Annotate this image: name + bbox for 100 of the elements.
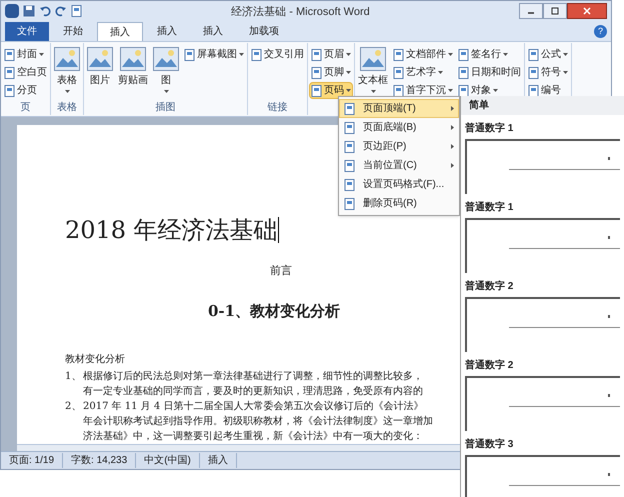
page-icon bbox=[251, 48, 262, 60]
ribbon-tab[interactable]: 开始 bbox=[51, 22, 95, 41]
page-icon bbox=[458, 48, 469, 60]
paragraph-line: 有一定专业基础的同学而言，要及时的更新知识，理清思路，免受原有内容的 bbox=[83, 384, 423, 399]
page-icon bbox=[344, 140, 355, 152]
page-icon bbox=[311, 66, 322, 78]
ribbon-button[interactable]: 分页 bbox=[2, 82, 49, 99]
header-line-icon bbox=[509, 169, 620, 170]
status-item: 页面: 1/19 bbox=[1, 453, 64, 468]
close-icon bbox=[583, 7, 591, 15]
ribbon-button[interactable]: 签名行 bbox=[456, 46, 523, 63]
group-label: 页 bbox=[20, 101, 30, 115]
header-line-icon bbox=[509, 327, 620, 328]
picture-icon bbox=[120, 47, 146, 71]
caret-icon bbox=[563, 53, 568, 56]
page-icon bbox=[344, 198, 355, 210]
ribbon-button[interactable]: 交叉引用 bbox=[249, 46, 306, 63]
gallery-item-label: 普通数字 3 bbox=[465, 437, 514, 452]
page-number-marker-icon bbox=[608, 394, 610, 397]
picture-icon bbox=[87, 47, 113, 71]
ribbon-button[interactable]: 符号 bbox=[526, 64, 570, 81]
page-icon bbox=[4, 48, 15, 60]
submenu-arrow-icon bbox=[451, 125, 454, 130]
gallery-item-label: 普通数字 1 bbox=[465, 200, 514, 215]
ribbon-tab[interactable]: 加载项 bbox=[237, 22, 291, 41]
ribbon-tab[interactable]: 插入 bbox=[97, 22, 143, 41]
close-button[interactable] bbox=[567, 3, 607, 19]
page-icon bbox=[528, 84, 539, 96]
caret-icon bbox=[239, 53, 244, 56]
ribbon-button[interactable]: 页脚 bbox=[309, 64, 353, 81]
caret-icon bbox=[563, 71, 568, 74]
section-title: 教材变化分析 bbox=[65, 354, 125, 365]
header-line-icon bbox=[509, 485, 620, 486]
ribbon-button[interactable]: 表格 bbox=[52, 43, 82, 97]
page-number-marker-icon bbox=[608, 157, 610, 160]
header-line-icon bbox=[509, 248, 620, 249]
maximize-button[interactable] bbox=[543, 3, 567, 19]
ribbon-button[interactable]: 公式 bbox=[526, 46, 570, 63]
submenu-arrow-icon bbox=[451, 106, 454, 111]
header-line-icon bbox=[509, 406, 620, 407]
submenu-arrow-icon bbox=[451, 144, 454, 149]
submenu-arrow-icon bbox=[451, 163, 454, 168]
ribbon-tab[interactable]: 插入 bbox=[145, 22, 189, 41]
page-icon bbox=[528, 48, 539, 60]
gallery-item-label: 普通数字 2 bbox=[465, 358, 514, 373]
new-document-icon bbox=[71, 5, 82, 17]
page-icon bbox=[344, 178, 355, 190]
ribbon-button[interactable]: 剪贴画 bbox=[116, 43, 150, 97]
caret-icon bbox=[64, 90, 70, 93]
page-icon bbox=[528, 66, 539, 78]
menu-item[interactable]: 页边距(P) bbox=[339, 137, 459, 156]
ribbon-button[interactable]: 艺术字 bbox=[391, 64, 455, 81]
status-item: 字数: 14,233 bbox=[63, 453, 136, 468]
caret-icon bbox=[346, 53, 351, 56]
window-title: 经济法基础 - Microsoft Word bbox=[231, 6, 370, 18]
list-number: 2、 bbox=[65, 400, 82, 414]
picture-icon bbox=[153, 47, 179, 71]
page-icon bbox=[4, 66, 15, 78]
page-icon bbox=[458, 66, 469, 78]
document-title: 2018 年经济法基础 bbox=[65, 215, 278, 245]
ribbon-tab[interactable]: 插入 bbox=[191, 22, 235, 41]
group-label: 插图 bbox=[156, 101, 176, 115]
ribbon-button[interactable]: 文档部件 bbox=[391, 46, 455, 63]
file-tab[interactable]: 文件 bbox=[5, 22, 49, 41]
caret-icon bbox=[39, 53, 44, 56]
redo-icon[interactable] bbox=[55, 5, 67, 17]
page-icon bbox=[393, 48, 404, 60]
page-preview[interactable] bbox=[465, 455, 620, 497]
menu-item[interactable]: 页面底端(B) bbox=[339, 118, 459, 137]
paragraph-line: 2017 年 11 月 4 日第十二届全国人大常委会第五次会议修订后的《会计法》 bbox=[83, 400, 424, 414]
group-label: 链接 bbox=[268, 101, 288, 115]
document-subtitle: 前言 bbox=[270, 264, 292, 277]
ribbon-button[interactable]: 封面 bbox=[2, 46, 49, 63]
help-button[interactable]: ? bbox=[594, 25, 607, 38]
menu-item[interactable]: 设置页码格式(F)... bbox=[339, 175, 459, 194]
caret-icon bbox=[493, 89, 498, 92]
undo-icon[interactable] bbox=[39, 5, 51, 17]
page-icon bbox=[311, 48, 322, 60]
caret-icon bbox=[164, 90, 168, 93]
ribbon-button[interactable]: 图 bbox=[151, 43, 181, 97]
page-icon bbox=[344, 160, 355, 172]
save-icon[interactable] bbox=[23, 5, 35, 17]
ribbon-button[interactable]: 页眉 bbox=[309, 46, 353, 63]
caret-icon bbox=[503, 53, 508, 56]
ribbon-button[interactable]: 日期和时间 bbox=[456, 64, 523, 81]
page-number-marker-icon bbox=[608, 473, 610, 476]
menu-item[interactable]: 删除页码(R) bbox=[339, 194, 459, 213]
page-number-marker-icon bbox=[608, 236, 610, 239]
menu-item[interactable]: 当前位置(C) bbox=[339, 156, 459, 175]
ribbon-button[interactable]: 屏幕截图 bbox=[182, 46, 246, 63]
ribbon-button[interactable]: 文本框 bbox=[356, 43, 390, 97]
page-icon bbox=[344, 102, 355, 114]
ribbon-button[interactable]: 图片 bbox=[85, 43, 115, 97]
group-label: 表格 bbox=[57, 101, 77, 115]
ribbon-button[interactable]: 空白页 bbox=[2, 64, 49, 81]
ribbon-button[interactable]: 页码 bbox=[309, 82, 353, 99]
paragraph-line: 年会计职称考试起到指导作用。初级职称教材，将《会计法律制度》这一章增加 bbox=[83, 414, 433, 429]
menu-item[interactable]: 页面顶端(T) bbox=[339, 99, 459, 118]
gallery-item-label: 普通数字 2 bbox=[465, 279, 514, 294]
maximize-icon bbox=[551, 7, 559, 15]
